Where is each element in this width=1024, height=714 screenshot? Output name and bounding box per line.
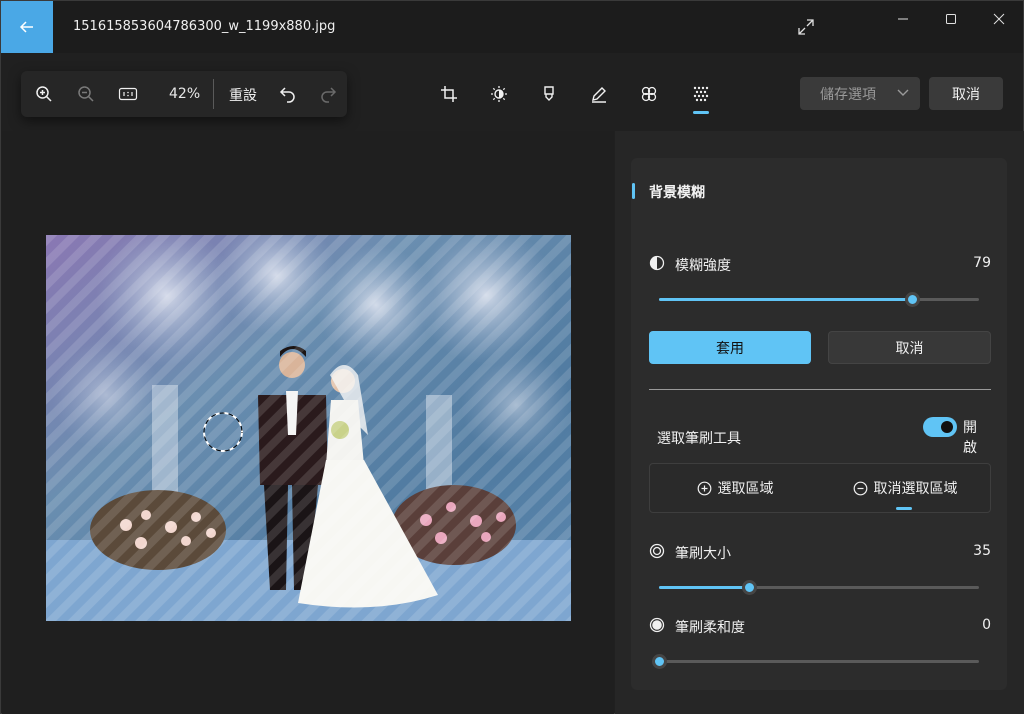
brush-softness-label: 筆刷柔和度 [675,620,745,636]
save-options-label: 儲存選項 [820,86,876,103]
zoom-out-button[interactable] [73,82,99,106]
deselect-area-button[interactable]: 取消選取區域 [820,464,990,512]
brush-tool-state: 開啟 [963,420,977,456]
adjust-tool[interactable] [485,81,513,107]
panel-divider [649,389,991,390]
draw-tool[interactable] [585,81,613,107]
brush-size-value: 35 [973,543,991,559]
minimize-icon [898,18,908,20]
highlighter-icon [544,86,554,101]
brush-size-slider[interactable] [659,580,979,595]
brush-softness-slider-thumb[interactable] [652,654,667,669]
plus-circle-icon [697,481,711,495]
title-bar: 151615853604786300_w_1199x880.jpg [1,1,1023,53]
blur-strength-label: 模糊強度 [675,258,731,274]
arrow-left-icon [19,21,33,33]
photos-app-window: 151615853604786300_w_1199x880.jpg 42% 重設 [0,0,1024,714]
pen-icon [592,87,606,103]
panel-title-accent [632,183,635,199]
select-area-label: 選取區域 [717,481,774,497]
toolbar-divider [213,79,214,109]
select-area-button[interactable]: 選取區域 [650,464,820,512]
chevron-down-icon [897,89,909,96]
markup-tool[interactable] [535,81,563,107]
redo-icon [321,87,337,103]
edited-photo[interactable] [46,235,571,621]
expand-diagonal-icon [798,19,814,35]
minus-circle-icon [853,481,867,495]
selection-mode-segmented: 選取區域 取消選取區域 [649,463,991,513]
expand-button[interactable] [793,15,819,39]
filter-icon [641,86,657,102]
brush-tool-label: 選取筆刷工具 [657,431,741,447]
cancel-button[interactable]: 取消 [828,331,991,364]
active-tool-indicator [693,111,709,114]
save-options-button[interactable]: 儲存選項 [800,77,920,110]
blur-strength-value: 79 [973,255,991,271]
brush-softness-slider[interactable] [652,654,979,669]
blur-strength-slider-fill [659,298,912,301]
maximize-icon [946,14,956,24]
brush-tool-toggle-knob [941,421,953,433]
minimize-button[interactable] [879,1,927,37]
brush-size-icon [649,543,665,559]
cancel-edit-button[interactable]: 取消 [929,77,1003,110]
zoom-out-icon [78,86,94,102]
actual-size-button[interactable] [115,82,141,106]
brush-size-slider-thumb[interactable] [741,580,757,595]
file-name: 151615853604786300_w_1199x880.jpg [73,19,336,34]
undo-button[interactable] [275,82,301,106]
blur-strength-slider[interactable] [659,292,979,307]
panel-title: 背景模糊 [649,185,705,201]
brush-softness-icon [649,617,665,633]
crop-icon [441,86,457,102]
brightness-icon [491,86,507,102]
undo-icon [279,87,295,103]
deselect-area-label: 取消選取區域 [873,481,958,497]
zoom-level: 42% [169,86,201,102]
actual-size-icon [118,87,138,101]
reset-button[interactable]: 重設 [229,85,257,105]
close-button[interactable] [975,1,1023,37]
zoom-in-icon [36,86,52,102]
brush-tool-toggle[interactable] [923,417,957,437]
crop-tool[interactable] [435,81,463,107]
filter-tool[interactable] [635,81,663,107]
blur-strength-slider-thumb[interactable] [904,292,920,307]
close-icon [993,13,1005,25]
brush-size-label: 筆刷大小 [675,546,731,562]
background-blur-tool[interactable] [687,81,715,107]
blur-strength-icon [649,255,665,271]
maximize-button[interactable] [927,1,975,37]
apply-button[interactable]: 套用 [649,331,811,364]
zoom-in-button[interactable] [31,82,57,106]
brush-size-slider-fill [659,586,749,589]
wedding-photo-image [46,235,571,621]
background-blur-icon [693,86,709,102]
brush-softness-value: 0 [982,617,991,633]
zoom-toolbar: 42% 重設 [21,71,347,117]
selection-mode-indicator [896,507,912,510]
back-button[interactable] [1,1,53,53]
redo-button[interactable] [315,82,341,106]
